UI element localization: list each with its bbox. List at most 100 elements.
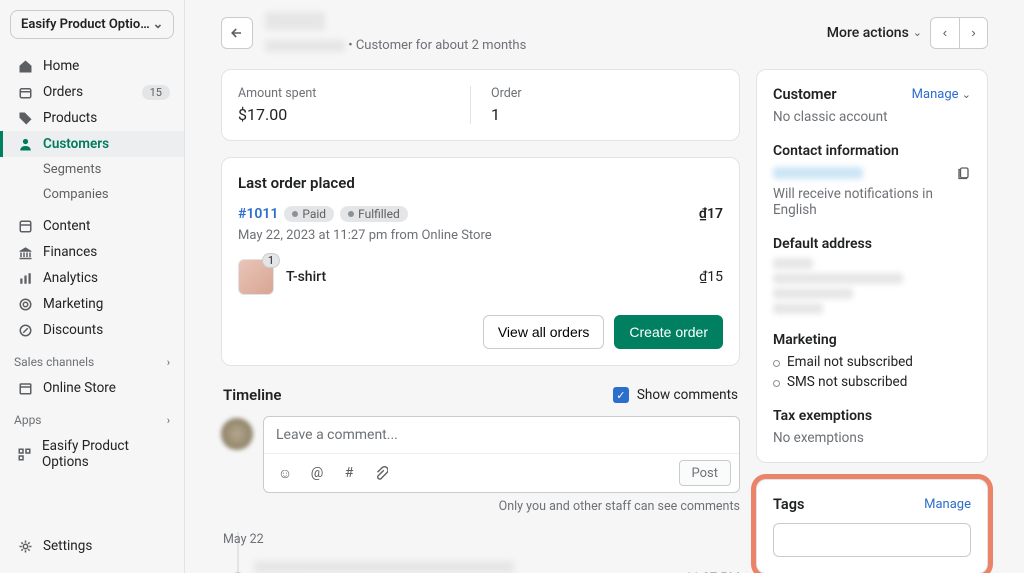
email-redacted[interactable] (773, 167, 863, 179)
orders-badge: 15 (142, 85, 170, 100)
address-redacted (773, 258, 971, 314)
show-comments-toggle[interactable]: ✓ Show comments (613, 387, 738, 403)
tax-exemptions-title: Tax exemptions (773, 408, 971, 424)
bars-icon (17, 270, 33, 286)
customer-info-card: Customer Manage ⌄ No classic account Con… (756, 69, 988, 463)
line-item-name: T-shirt (286, 269, 687, 285)
chevron-down-icon: ⌄ (962, 88, 971, 101)
nav-marketing[interactable]: Marketing (0, 291, 184, 317)
fulfilled-badge: Fulfilled (340, 206, 408, 222)
nav-segments[interactable]: Segments (0, 157, 184, 182)
sales-channels-heading: Sales channels › (0, 343, 184, 375)
chevron-right-icon[interactable]: › (167, 414, 170, 427)
nav-products[interactable]: Products (0, 105, 184, 131)
notification-language: Will receive notifications in English (773, 186, 971, 218)
line-item-qty: 1 (262, 253, 280, 268)
timeline-date: May 22 (223, 532, 740, 547)
tags-card: Tags Manage (756, 479, 988, 573)
orders-icon (17, 84, 33, 100)
page-header: • Customer for about 2 months More actio… (185, 0, 1024, 53)
product-thumbnail[interactable]: 1 (238, 259, 274, 295)
home-icon (17, 58, 33, 74)
customer-title-block: • Customer for about 2 months (265, 12, 815, 53)
nav-easify-app[interactable]: Easify Product Options (0, 433, 184, 475)
tags-input[interactable] (773, 523, 971, 557)
next-customer-button[interactable]: › (959, 18, 987, 48)
order-date-line: May 22, 2023 at 11:27 pm from Online Sto… (238, 228, 723, 243)
view-all-orders-button[interactable]: View all orders (483, 315, 605, 349)
customer-section-title: Customer (773, 86, 837, 103)
staff-avatar (221, 418, 253, 450)
order-count-value: 1 (491, 105, 723, 124)
nav-settings[interactable]: Settings (0, 533, 184, 559)
discount-icon (17, 322, 33, 338)
pager: ‹ › (930, 17, 988, 49)
attachment-icon[interactable] (368, 460, 394, 486)
mention-icon[interactable]: @ (304, 460, 330, 486)
app-switcher[interactable]: Easify Product Option… ⌄ (10, 10, 174, 39)
person-icon (17, 136, 33, 152)
checkbox-checked-icon: ✓ (613, 387, 629, 403)
order-line-item: 1 T-shirt ₫15 (238, 259, 723, 295)
more-actions-dropdown[interactable]: More actions ⌄ (827, 25, 922, 41)
last-order-title: Last order placed (238, 174, 723, 192)
hashtag-icon[interactable]: # (336, 460, 362, 486)
tags-title: Tags (773, 496, 804, 513)
nav-customers[interactable]: Customers (0, 131, 184, 157)
nav-home[interactable]: Home (0, 53, 184, 79)
order-number-link[interactable]: #1011 (238, 206, 278, 222)
sidebar: Easify Product Option… ⌄ Home Orders 15 … (0, 0, 185, 573)
gear-icon (17, 538, 33, 554)
paid-badge: Paid (284, 206, 334, 222)
tag-icon (17, 110, 33, 126)
last-order-card: Last order placed #1011 Paid Fulfilled ₫… (221, 157, 740, 366)
no-exemptions: No exemptions (773, 430, 971, 446)
marketing-title: Marketing (773, 332, 971, 348)
order-count-label: Order (491, 86, 723, 101)
customer-name-redacted (265, 12, 325, 30)
summary-card: Amount spent $17.00 Order 1 (221, 69, 740, 141)
customer-location-redacted (265, 40, 345, 52)
create-order-button[interactable]: Create order (614, 315, 723, 349)
contact-info-title: Contact information (773, 143, 971, 159)
manage-tags-link[interactable]: Manage (924, 497, 971, 512)
apps-heading: Apps › (0, 401, 184, 433)
comment-input[interactable]: Leave a comment... (264, 417, 739, 453)
nav-analytics[interactable]: Analytics (0, 265, 184, 291)
post-comment-button[interactable]: Post (679, 460, 732, 486)
customer-subtitle: • Customer for about 2 months (265, 38, 815, 53)
order-total: ₫17 (699, 206, 723, 222)
chevron-right-icon[interactable]: › (167, 356, 170, 369)
timeline-title: Timeline (223, 386, 281, 404)
no-classic-account: No classic account (773, 109, 971, 125)
manage-customer-link[interactable]: Manage ⌄ (912, 87, 971, 102)
comment-composer: Leave a comment... ☺ @ # Post (263, 416, 740, 493)
nav-companies[interactable]: Companies (0, 182, 184, 207)
amount-spent-value: $17.00 (238, 105, 470, 124)
default-address-title: Default address (773, 236, 971, 252)
timeline-section: Timeline ✓ Show comments Leave a comment… (221, 382, 740, 573)
back-button[interactable] (221, 17, 253, 49)
line-item-price: ₫15 (699, 269, 723, 285)
prev-customer-button[interactable]: ‹ (931, 18, 959, 48)
event-text-redacted (254, 561, 514, 573)
sms-subscription-status: SMS not subscribed (773, 374, 971, 390)
nav-finances[interactable]: Finances (0, 239, 184, 265)
emoji-icon[interactable]: ☺ (272, 460, 298, 486)
clipboard-icon[interactable] (956, 165, 971, 180)
app-icon (17, 446, 32, 462)
target-icon (17, 296, 33, 312)
nav-discounts[interactable]: Discounts (0, 317, 184, 343)
chevron-down-icon: ⌄ (913, 26, 922, 39)
app-switcher-label: Easify Product Option… (21, 17, 152, 32)
nav-orders[interactable]: Orders 15 (0, 79, 184, 105)
content-icon (17, 218, 33, 234)
chevron-down-icon: ⌄ (152, 17, 163, 32)
nav-content[interactable]: Content (0, 213, 184, 239)
bank-icon (17, 244, 33, 260)
amount-spent-label: Amount spent (238, 86, 470, 101)
timeline-event: 11:27 PM (232, 561, 740, 573)
nav-online-store[interactable]: Online Store (0, 375, 184, 401)
main-content: • Customer for about 2 months More actio… (185, 0, 1024, 573)
comment-privacy-note: Only you and other staff can see comment… (263, 499, 740, 514)
